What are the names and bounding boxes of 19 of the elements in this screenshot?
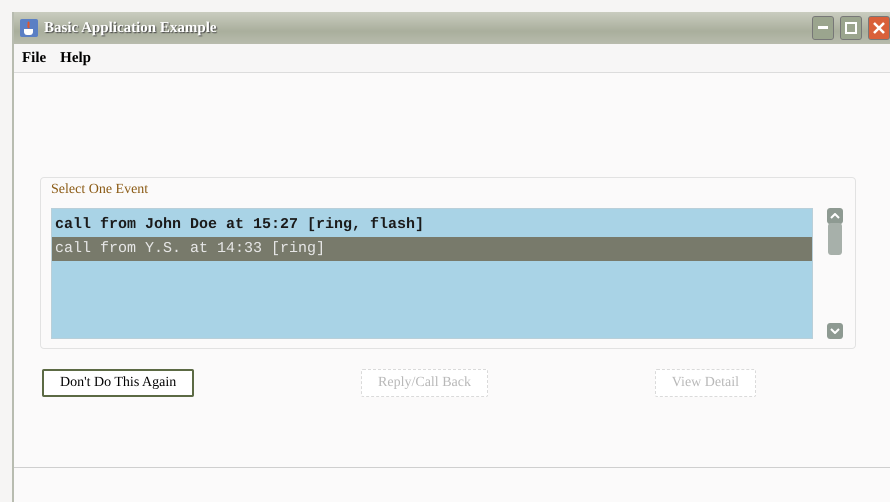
list-item[interactable]: call from Y.S. at 14:33 [ring]: [52, 237, 812, 261]
scroll-thumb[interactable]: [828, 222, 842, 254]
minimize-icon: [818, 26, 828, 30]
close-icon: [873, 22, 885, 34]
action-button[interactable]: Don't Do This Again: [42, 369, 194, 397]
menu-item[interactable]: File: [22, 50, 46, 66]
cup-icon: [20, 19, 38, 37]
close-button[interactable]: [868, 16, 890, 40]
chevron-down-icon: [830, 328, 840, 334]
list-item[interactable]: call from John Doe at 15:27 [ring, flash]: [52, 213, 812, 237]
maximize-icon: [845, 22, 857, 34]
maximize-button[interactable]: [840, 16, 862, 40]
minimize-button[interactable]: [812, 16, 834, 40]
scroll-down-button[interactable]: [827, 323, 843, 339]
group-title: Select One Event: [51, 182, 150, 198]
chevron-up-icon: [830, 213, 840, 219]
window-title: Basic Application Example: [44, 20, 218, 36]
menu-item[interactable]: Help: [60, 50, 91, 66]
scroll-up-button[interactable]: [827, 208, 843, 224]
